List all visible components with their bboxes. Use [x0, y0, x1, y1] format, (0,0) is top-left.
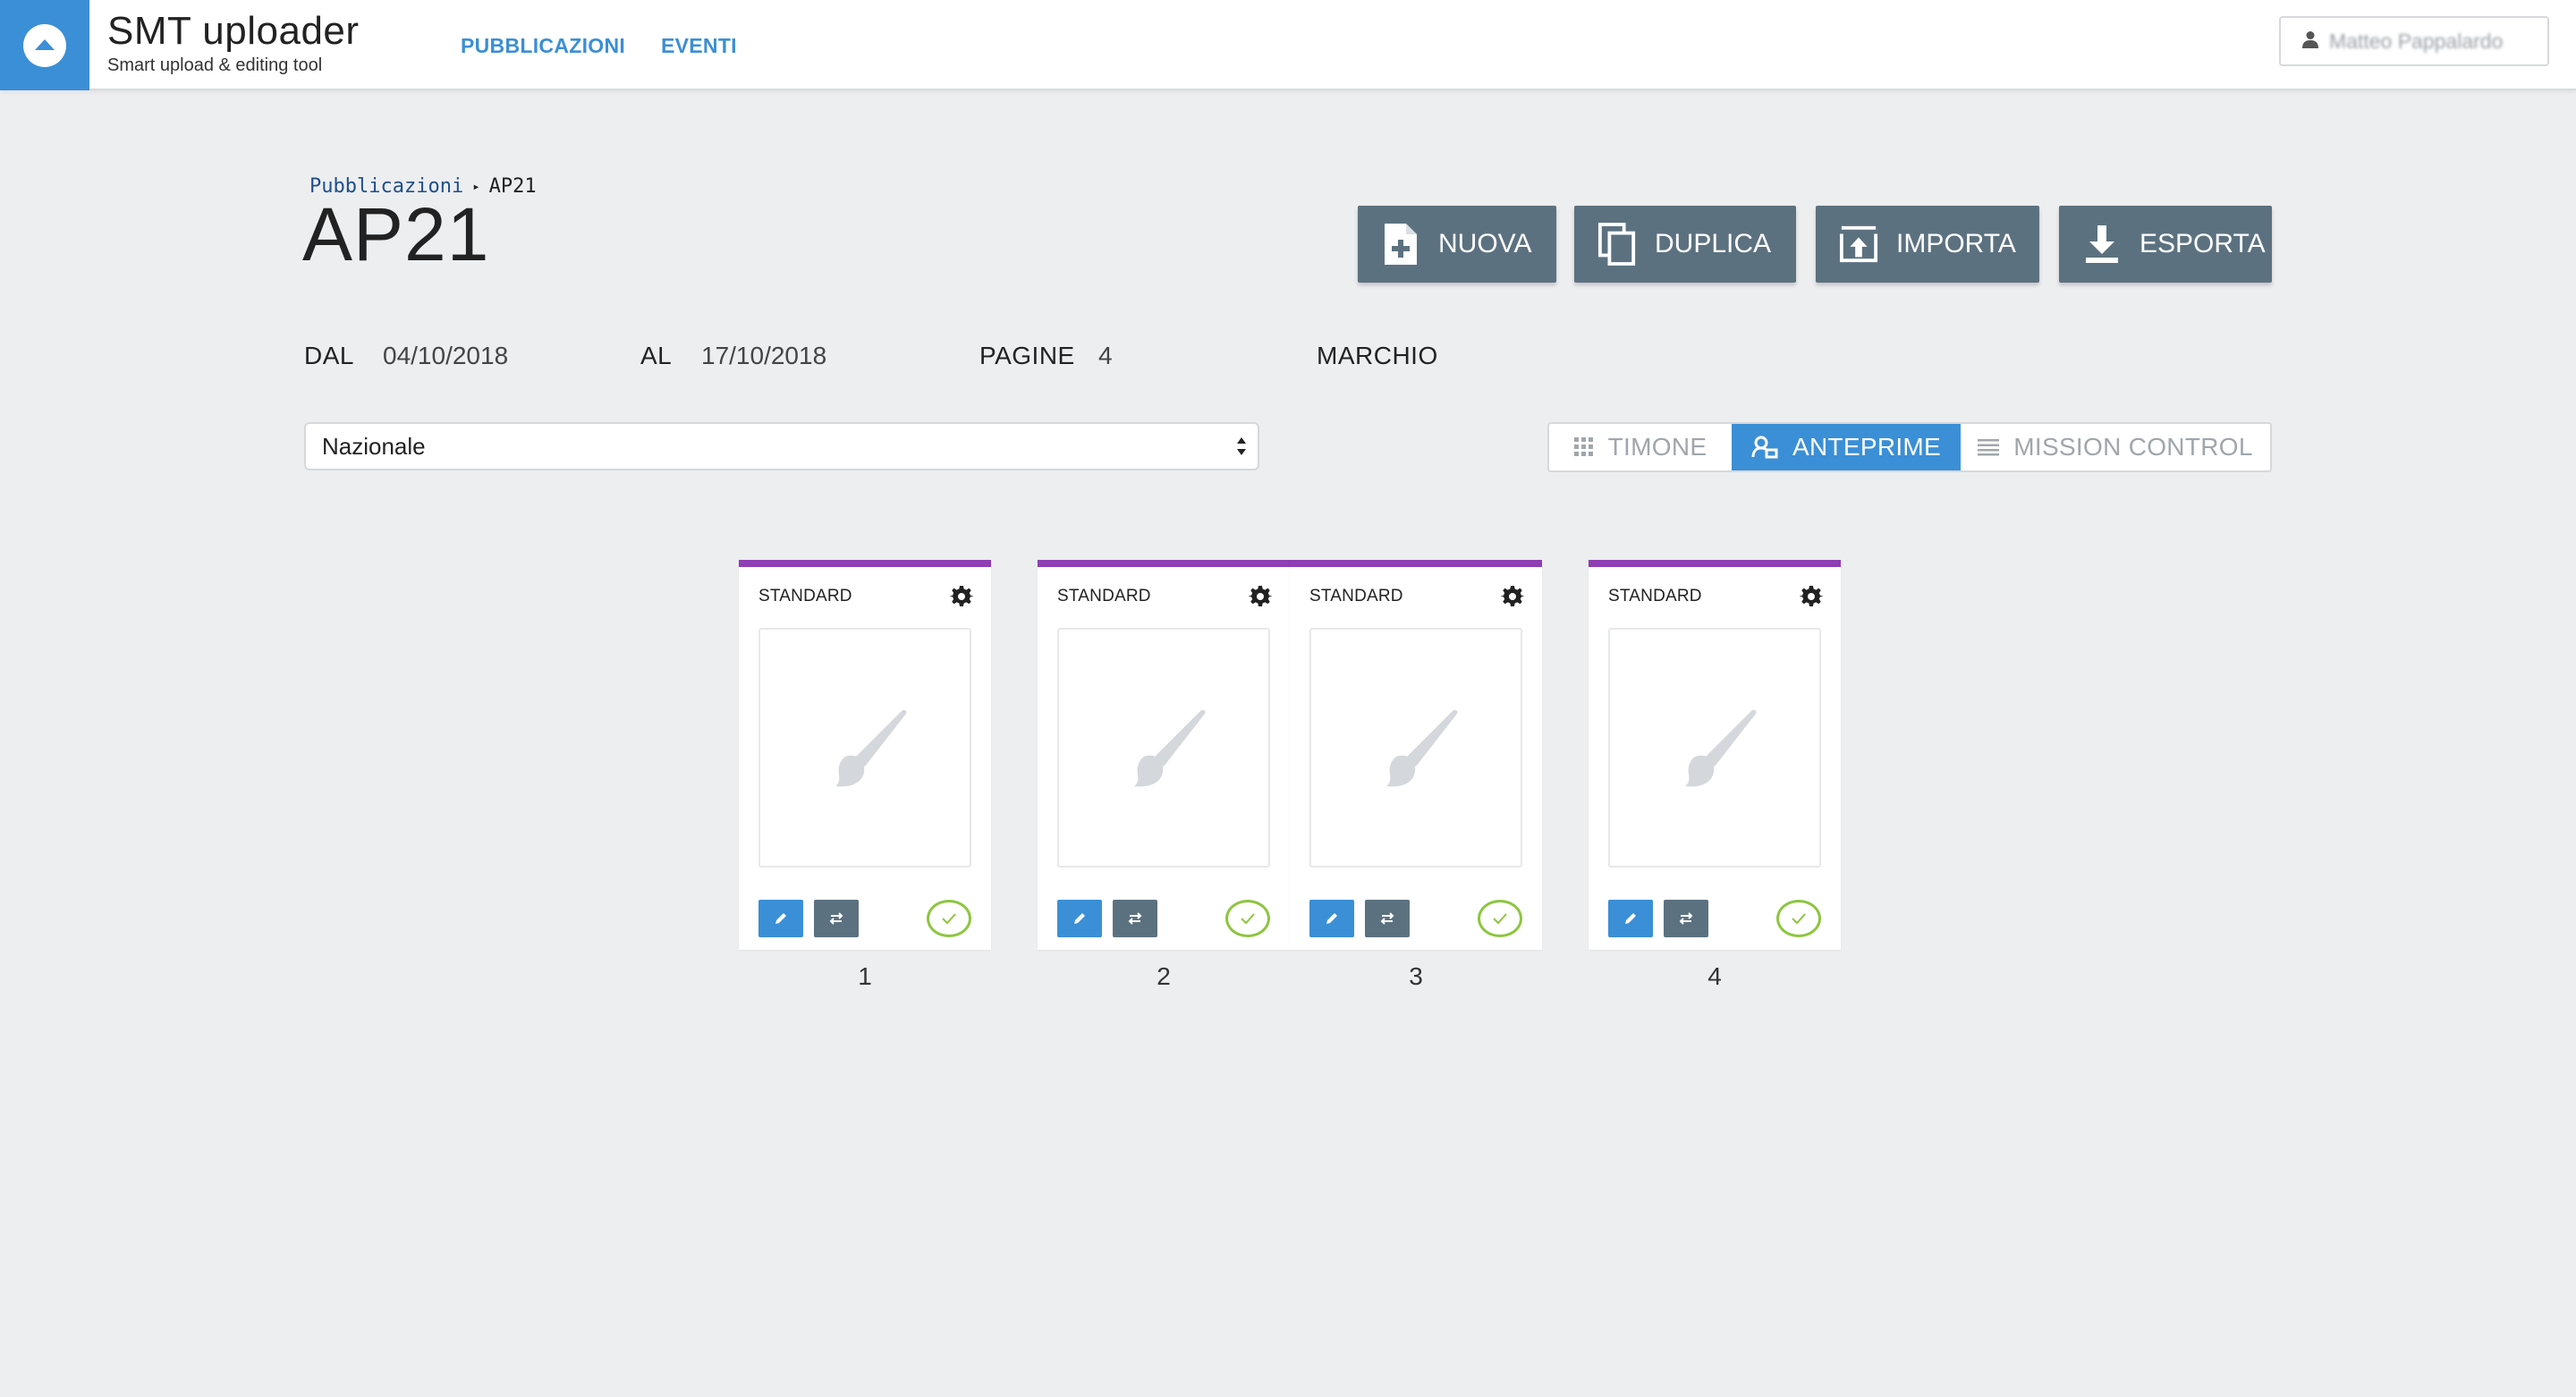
list-icon [1978, 438, 2000, 456]
pencil-icon [1074, 913, 1085, 924]
tab-timone[interactable]: TIMONE [1549, 424, 1732, 470]
page-preview[interactable] [1057, 628, 1270, 868]
check-icon [1241, 913, 1255, 925]
edit-page-button[interactable] [1309, 900, 1354, 937]
breadcrumb-current: AP21 [488, 175, 537, 198]
page-type-label: STANDARD [1608, 587, 1702, 605]
app-logo-button[interactable] [0, 0, 89, 90]
download-icon [2082, 221, 2122, 267]
nav-events[interactable]: EVENTI [661, 34, 737, 58]
new-button-label: NUOVA [1438, 229, 1532, 258]
date-from-label: DAL [304, 342, 354, 369]
paintbrush-icon [1386, 709, 1458, 787]
user-menu[interactable]: Matteo Pappalardo [2279, 16, 2549, 66]
paintbrush-icon [1685, 709, 1757, 787]
page-card: STANDARD [739, 560, 991, 950]
page-card: STANDARD [1589, 560, 1841, 950]
select-arrows-icon [1237, 437, 1246, 455]
pages-label: PAGINE [979, 342, 1075, 369]
swap-page-button[interactable] [1365, 900, 1410, 937]
edit-page-button[interactable] [1608, 900, 1653, 937]
approve-page-button[interactable] [1478, 900, 1522, 937]
page-type-label: STANDARD [1309, 587, 1403, 605]
page-title: AP21 [302, 192, 490, 276]
export-button[interactable]: ESPORTA [2059, 206, 2272, 283]
duplicate-button-label: DUPLICA [1655, 229, 1772, 258]
date-to-label: AL [640, 342, 673, 369]
edit-page-button[interactable] [758, 900, 803, 937]
date-from-value: 04/10/2018 [383, 342, 509, 369]
swap-icon [1380, 912, 1394, 925]
page-number: 2 [1157, 962, 1171, 990]
page-number: 3 [1409, 962, 1423, 990]
paintbrush-icon [835, 709, 907, 787]
page-card: STANDARD [1038, 560, 1290, 950]
edition-select[interactable]: Nazionale [304, 422, 1259, 470]
top-bar: SMT uploader Smart upload & editing tool… [0, 0, 2576, 90]
brand-label: MARCHIO [1317, 342, 1438, 369]
check-icon [1792, 913, 1806, 925]
preview-icon [1751, 436, 1778, 459]
grid-icon [1573, 437, 1594, 457]
swap-page-button[interactable] [814, 900, 859, 937]
pencil-icon [775, 913, 786, 924]
gear-icon[interactable] [1501, 585, 1524, 608]
new-file-icon [1381, 221, 1420, 267]
tab-anteprime-label: ANTEPRIME [1792, 433, 1942, 461]
pages-value: 4 [1098, 342, 1113, 369]
page-type-label: STANDARD [1057, 587, 1151, 605]
page-type-label: STANDARD [758, 587, 852, 605]
approve-page-button[interactable] [1776, 900, 1821, 937]
user-icon [2302, 30, 2318, 53]
pencil-icon [1625, 913, 1636, 924]
approve-page-button[interactable] [927, 900, 971, 937]
date-to-value: 17/10/2018 [701, 342, 827, 369]
pencil-icon [1326, 913, 1337, 924]
view-toggle: TIMONE ANTEPRIME MISSION CONTROL [1547, 422, 2272, 472]
paintbrush-icon [1134, 709, 1206, 787]
check-icon [1493, 913, 1507, 925]
upload-icon [1839, 221, 1878, 267]
edit-page-button[interactable] [1057, 900, 1102, 937]
gear-icon[interactable] [1800, 585, 1823, 608]
swap-icon [1128, 912, 1142, 925]
page-preview[interactable] [1608, 628, 1821, 868]
approve-page-button[interactable] [1225, 900, 1270, 937]
tab-mission-control-label: MISSION CONTROL [2013, 433, 2253, 461]
tab-mission-control[interactable]: MISSION CONTROL [1961, 424, 2270, 470]
swap-icon [1679, 912, 1693, 925]
export-button-label: ESPORTA [2140, 229, 2266, 258]
app-title: SMT uploader [107, 9, 360, 53]
duplicate-button[interactable]: DUPLICA [1574, 206, 1796, 283]
copy-icon [1597, 221, 1637, 267]
page-card: STANDARD [1290, 560, 1542, 950]
gear-icon[interactable] [950, 585, 973, 608]
check-icon [942, 913, 956, 925]
tab-timone-label: TIMONE [1607, 433, 1707, 461]
user-name: Matteo Pappalardo [2329, 29, 2504, 53]
page-preview[interactable] [758, 628, 971, 868]
gear-icon[interactable] [1249, 585, 1272, 608]
page-number: 4 [1707, 962, 1722, 990]
tab-anteprime[interactable]: ANTEPRIME [1732, 424, 1961, 470]
swap-page-button[interactable] [1664, 900, 1708, 937]
page-number: 1 [858, 962, 872, 990]
new-button[interactable]: NUOVA [1358, 206, 1556, 283]
swap-icon [829, 912, 843, 925]
nav-publications[interactable]: PUBBLICAZIONI [461, 34, 625, 58]
app-subtitle: Smart upload & editing tool [107, 55, 323, 75]
import-button[interactable]: IMPORTA [1816, 206, 2039, 283]
swap-page-button[interactable] [1113, 900, 1157, 937]
page-preview[interactable] [1309, 628, 1522, 868]
edition-select-value: Nazionale [322, 432, 426, 460]
import-button-label: IMPORTA [1896, 229, 2016, 258]
eject-icon [23, 23, 66, 67]
